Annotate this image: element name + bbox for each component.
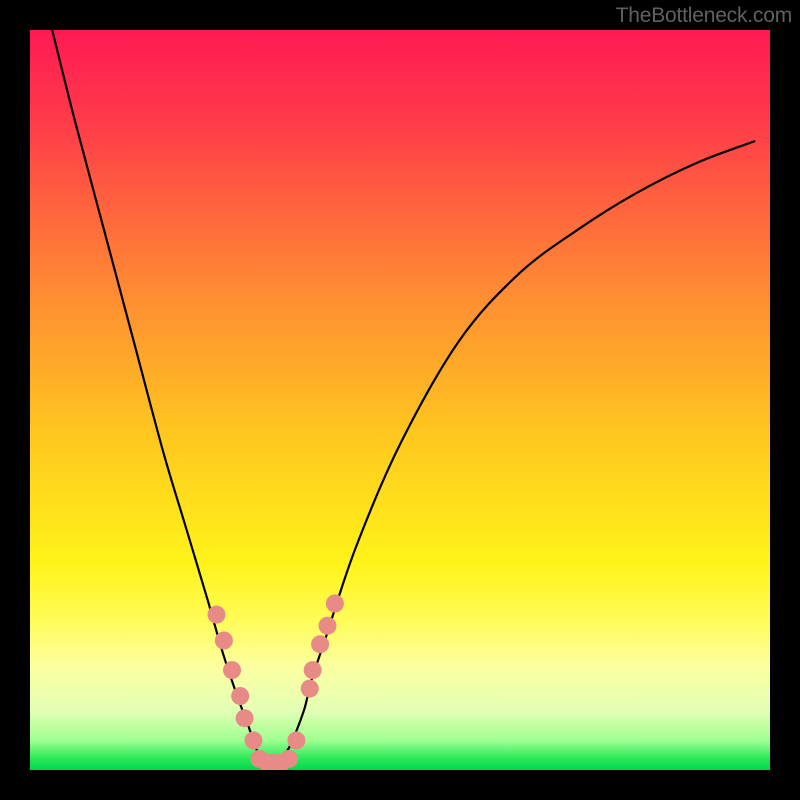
plot-area <box>30 30 770 770</box>
scatter-point <box>304 661 322 679</box>
scatter-point <box>223 661 241 679</box>
scatter-point <box>207 606 225 624</box>
chart-svg <box>30 30 770 770</box>
scatter-point <box>280 750 298 768</box>
scatter-point <box>311 635 329 653</box>
scatter-point <box>301 680 319 698</box>
scatter-point <box>236 709 254 727</box>
scatter-point <box>215 632 233 650</box>
scatter-point <box>287 731 305 749</box>
scatter-point <box>318 617 336 635</box>
chart-container: TheBottleneck.com <box>0 0 800 800</box>
scatter-point <box>326 595 344 613</box>
watermark-text: TheBottleneck.com <box>616 4 792 28</box>
scatter-point <box>231 687 249 705</box>
scatter-point <box>244 731 262 749</box>
gradient-background <box>30 30 770 770</box>
